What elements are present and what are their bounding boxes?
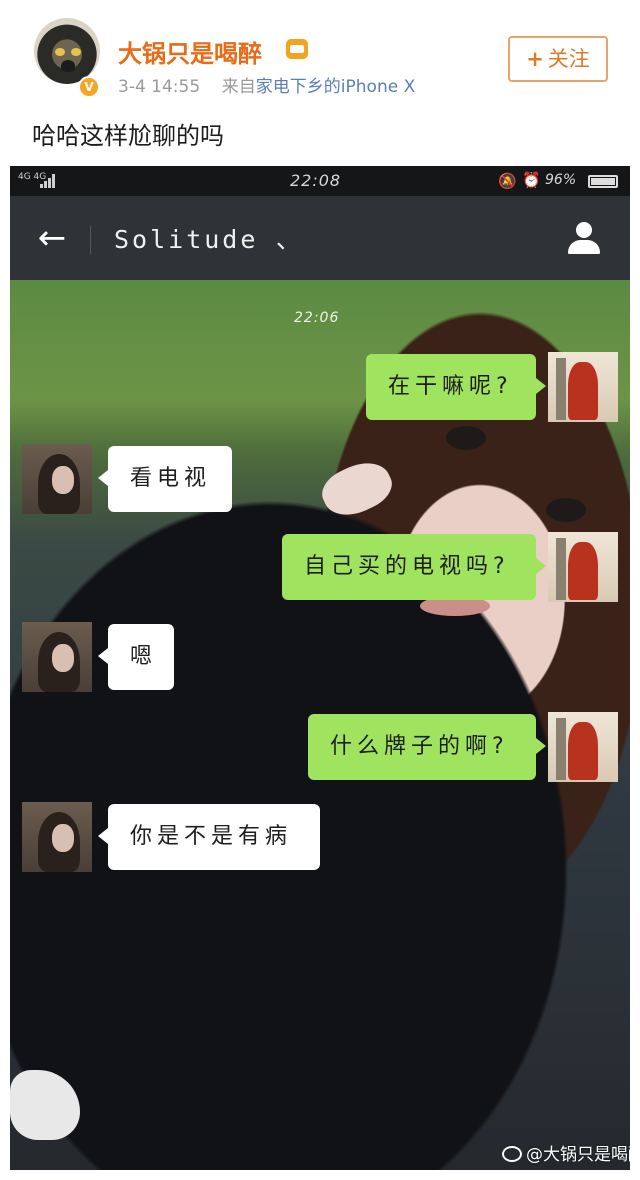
person-icon[interactable]: [566, 220, 602, 256]
status-bar: 4G 4G 22:08 🔕 ⏰ 96%: [10, 166, 630, 196]
status-time: 22:08: [290, 171, 342, 190]
message-bubble-outgoing[interactable]: 在干嘛呢?: [366, 354, 546, 420]
follow-button[interactable]: + 关注: [508, 36, 608, 82]
post-meta: 3-4 14:55 来自家电下乡的iPhone X: [118, 72, 415, 97]
post-source-app[interactable]: 家电下乡的: [256, 77, 341, 97]
message-bubble-incoming[interactable]: 嗯: [98, 624, 174, 690]
weibo-post-header: V 大锅只是喝醉 3-4 14:55 来自家电下乡的iPhone X + 关注 哈…: [0, 0, 640, 165]
photo-shape: [446, 426, 486, 450]
post-date: 3-4 14:55: [118, 77, 201, 97]
follow-label: 关注: [547, 47, 590, 71]
chat-header: ← Solitude ､: [10, 196, 630, 280]
vip-crown-icon: [286, 39, 308, 59]
header-divider: [90, 226, 91, 254]
weibo-logo-icon: [502, 1146, 522, 1162]
avatar[interactable]: [34, 18, 100, 84]
back-arrow-icon[interactable]: ←: [32, 218, 72, 258]
photo-shape: [546, 498, 586, 522]
post-source-prefix: 来自: [221, 77, 256, 97]
post-text: 哈哈这样尬聊的吗: [32, 122, 224, 150]
post-device[interactable]: iPhone X: [341, 77, 415, 97]
weibo-watermark: @大锅只是喝醉: [502, 1140, 630, 1165]
watermark-text: @大锅只是喝醉: [526, 1145, 630, 1165]
verified-badge-icon: V: [78, 76, 100, 98]
my-avatar[interactable]: [548, 352, 618, 422]
mute-bell-icon: 🔕: [498, 172, 517, 190]
contact-avatar[interactable]: [22, 622, 92, 692]
avatar-eye-left: [55, 48, 65, 56]
chat-screenshot[interactable]: 4G 4G 22:08 🔕 ⏰ 96% ← Solitude ､ 22:06 在…: [10, 166, 630, 1170]
message-bubble-outgoing[interactable]: 自己买的电视吗?: [282, 534, 546, 600]
post-username[interactable]: 大锅只是喝醉: [118, 34, 262, 69]
message-bubble-incoming[interactable]: 你是不是有病: [98, 804, 320, 870]
alarm-icon: ⏰: [522, 171, 541, 189]
signal-icon: [40, 174, 56, 188]
avatar-snout: [61, 60, 75, 72]
chat-title: Solitude ､: [114, 225, 292, 254]
my-avatar[interactable]: [548, 532, 618, 602]
contact-avatar[interactable]: [22, 444, 92, 514]
message-bubble-outgoing[interactable]: 什么牌子的啊?: [308, 714, 546, 780]
my-avatar[interactable]: [548, 712, 618, 782]
message-bubble-incoming[interactable]: 看电视: [98, 446, 232, 512]
contact-avatar[interactable]: [22, 802, 92, 872]
battery-icon: [588, 175, 618, 188]
chat-timestamp: 22:06: [294, 310, 340, 326]
avatar-eye-right: [71, 48, 81, 56]
battery-percent: 96%: [545, 172, 577, 188]
plus-icon: +: [526, 47, 544, 71]
